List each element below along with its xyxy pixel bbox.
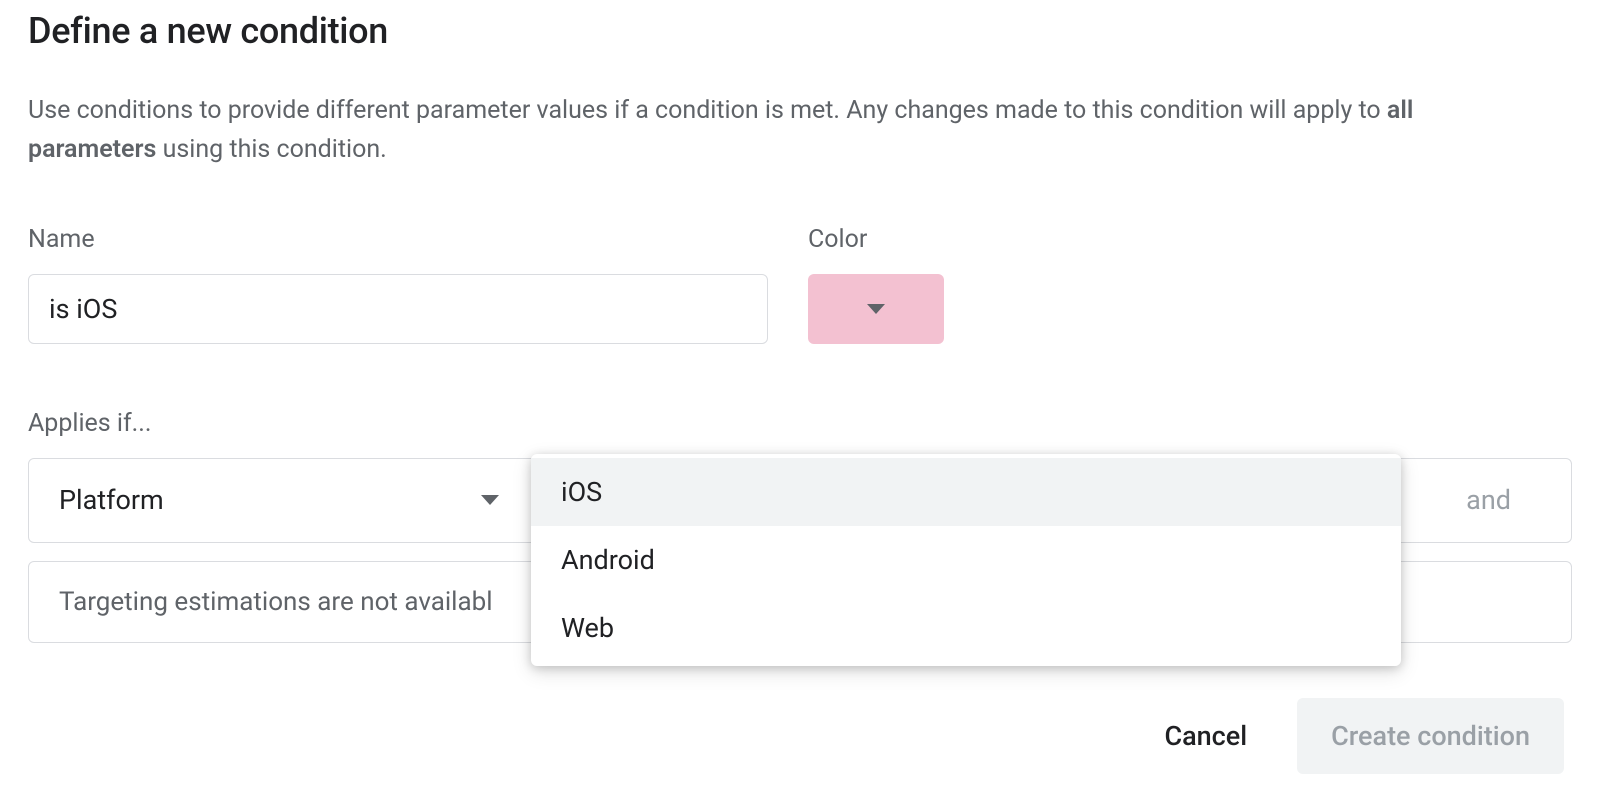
page-title: Define a new condition <box>28 10 1572 52</box>
name-input[interactable] <box>28 274 768 344</box>
color-select[interactable] <box>808 274 944 344</box>
condition-row: Platform and iOS Android Web <box>28 458 1572 543</box>
dropdown-option-web[interactable]: Web <box>531 594 1401 662</box>
description-prefix: Use conditions to provide different para… <box>28 96 1387 125</box>
create-condition-button[interactable]: Create condition <box>1297 698 1564 774</box>
description-text: Use conditions to provide different para… <box>28 92 1488 170</box>
and-label: and <box>1466 484 1511 516</box>
platform-select-value: Platform <box>59 484 164 516</box>
chevron-down-icon <box>481 495 499 505</box>
name-field-group: Name <box>28 225 768 344</box>
cancel-button[interactable]: Cancel <box>1164 710 1247 762</box>
description-suffix: using this condition. <box>156 135 386 164</box>
field-row: Name Color <box>28 225 1572 344</box>
color-label: Color <box>808 225 944 254</box>
platform-select[interactable]: Platform <box>29 459 529 542</box>
platform-value-dropdown: iOS Android Web <box>531 454 1401 666</box>
color-field-group: Color <box>808 225 944 344</box>
estimation-text: Targeting estimations are not availabl <box>59 587 493 617</box>
footer-actions: Cancel Create condition <box>28 698 1572 774</box>
dropdown-option-ios[interactable]: iOS <box>531 458 1401 526</box>
dropdown-option-android[interactable]: Android <box>531 526 1401 594</box>
applies-if-label: Applies if... <box>28 409 1572 438</box>
chevron-down-icon <box>867 304 885 314</box>
name-label: Name <box>28 225 768 254</box>
